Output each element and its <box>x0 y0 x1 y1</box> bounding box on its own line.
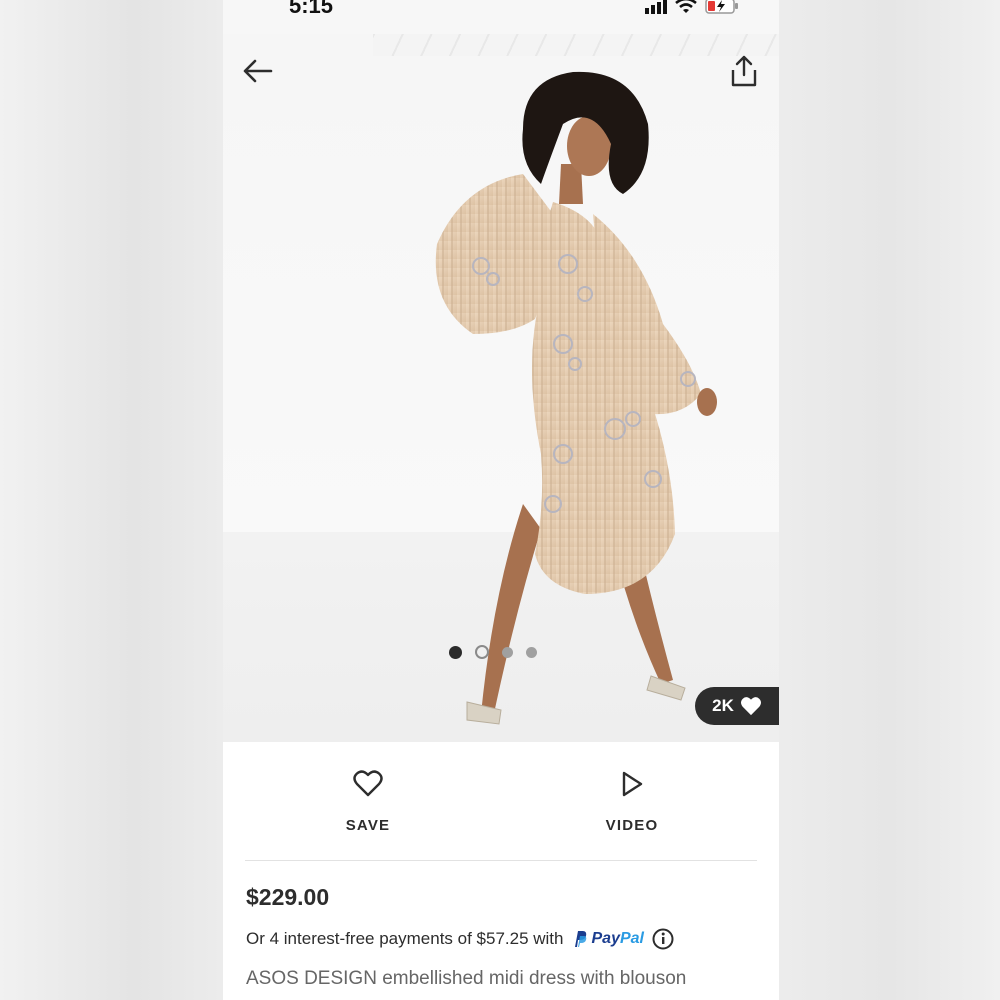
phone-screen: 5:15 2K SAVE VIDEO $229.00 Or 4 interest… <box>223 0 779 1000</box>
product-description: ASOS DESIGN embellished midi dress with … <box>246 968 687 989</box>
likes-badge[interactable]: 2K <box>695 687 779 725</box>
gallery-dot-4[interactable] <box>526 646 537 658</box>
info-icon[interactable] <box>652 928 674 950</box>
status-bar: 5:15 <box>223 0 779 34</box>
product-image[interactable]: 2K <box>223 34 779 742</box>
video-label: VIDEO <box>605 817 659 834</box>
background-right <box>779 0 1000 1000</box>
back-arrow-icon[interactable] <box>241 58 275 84</box>
likes-count: 2K <box>712 696 734 715</box>
play-icon <box>622 771 643 797</box>
video-button[interactable]: VIDEO <box>572 770 692 834</box>
paypal-logo: Pay Pal <box>572 930 644 948</box>
installments-text: Or 4 interest-free payments of $57.25 wi… <box>246 929 564 948</box>
status-time: 5:15 <box>289 0 334 18</box>
background-left <box>0 0 223 1000</box>
model-figure <box>435 71 717 725</box>
battery-icon <box>705 0 738 14</box>
gallery-dot-2[interactable] <box>475 645 489 659</box>
gallery-dot-3[interactable] <box>502 646 513 658</box>
save-button[interactable]: SAVE <box>308 770 428 834</box>
heart-filled-icon <box>740 697 761 716</box>
signal-icon <box>645 0 667 14</box>
paypal-text-pay: Pay <box>591 930 620 947</box>
product-price: $229.00 <box>246 884 330 910</box>
save-label: SAVE <box>345 817 391 834</box>
paypal-text-pal: Pal <box>619 930 644 947</box>
divider <box>245 860 757 861</box>
wifi-icon <box>675 0 697 13</box>
paypal-icon <box>574 931 586 947</box>
installment-info: Or 4 interest-free payments of $57.25 wi… <box>246 928 674 950</box>
heart-icon <box>353 770 383 797</box>
status-icons <box>645 0 739 14</box>
action-bar: SAVE VIDEO <box>223 742 779 860</box>
share-icon[interactable] <box>729 54 759 88</box>
gallery-dots <box>449 645 537 659</box>
gallery-dot-1[interactable] <box>449 645 462 659</box>
